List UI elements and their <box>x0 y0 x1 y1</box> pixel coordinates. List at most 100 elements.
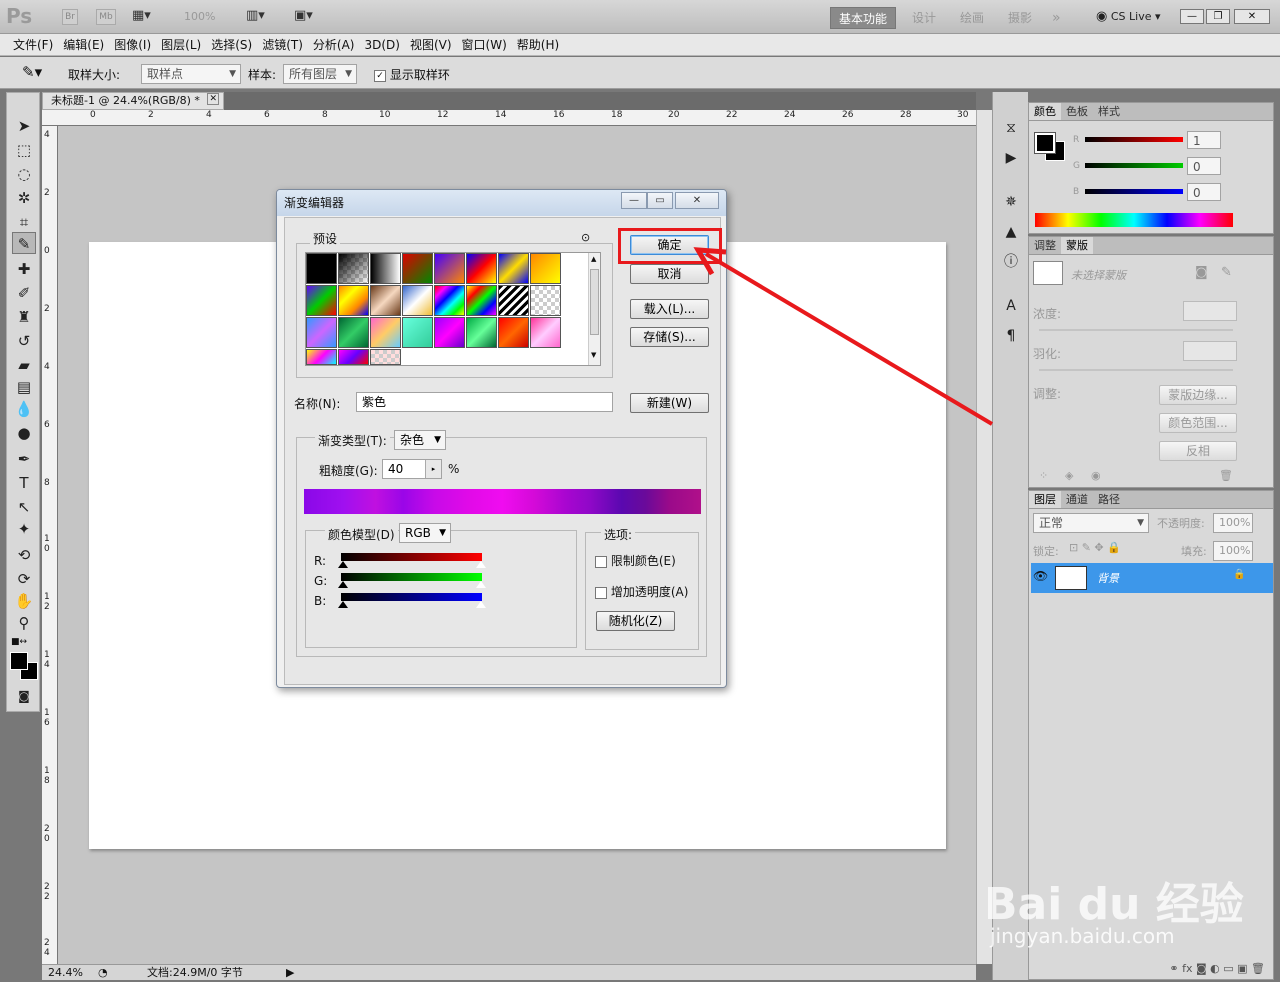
preset-swatch[interactable] <box>466 253 497 284</box>
scroll-up-icon[interactable]: ▲ <box>591 255 596 263</box>
scroll-down-icon[interactable]: ▼ <box>591 351 596 359</box>
view-extras-icon[interactable]: ▦▾ <box>132 8 162 26</box>
menu-image[interactable]: 图像(I) <box>109 34 156 55</box>
marquee-tool-icon[interactable]: ⬚ <box>12 139 36 161</box>
menu-filter[interactable]: 滤镜(T) <box>257 34 308 55</box>
history-icon[interactable]: ⧖ <box>999 116 1023 140</box>
layers-footer-icons[interactable]: ⚭ fx ◙ ◐ ▭ ▣ 🗑 <box>1029 959 1273 979</box>
pixel-mask-icon[interactable]: ◙ <box>1195 265 1208 280</box>
roughness-input[interactable]: 40 ▸ <box>382 459 442 479</box>
actions-icon[interactable]: ▶ <box>999 146 1023 170</box>
tab-paths[interactable]: 路径 <box>1093 491 1125 508</box>
sample-size-select[interactable]: 取样点 ▼ <box>141 64 241 84</box>
layer-row-background[interactable]: 👁 背景 🔒 <box>1031 563 1273 593</box>
eyedropper-tool-icon[interactable]: ✎ <box>12 232 36 254</box>
preset-swatch[interactable] <box>466 285 497 316</box>
save-button[interactable]: 存储(S)... <box>630 327 709 347</box>
preset-swatch[interactable] <box>466 317 497 348</box>
preset-swatch[interactable] <box>402 317 433 348</box>
blur-tool-icon[interactable]: 💧 <box>12 398 36 420</box>
dialog-maximize-icon[interactable]: ▭ <box>647 192 673 209</box>
dialog-close-icon[interactable]: ✕ <box>675 192 719 209</box>
presets-scrollbar[interactable]: ▲ ▼ <box>588 253 600 365</box>
gradient-tool-icon[interactable]: ▤ <box>12 376 36 398</box>
preset-swatch[interactable] <box>338 253 369 284</box>
add-transparency-checkbox[interactable]: 增加透明度(A) <box>595 583 688 600</box>
eye-icon[interactable]: 👁 <box>1033 569 1048 583</box>
menu-select[interactable]: 选择(S) <box>206 34 257 55</box>
presets-menu-icon[interactable]: ⊙ <box>581 231 590 244</box>
type-tool-icon[interactable]: T <box>12 472 36 494</box>
3d-orbit-icon[interactable]: ⟳ <box>12 568 36 590</box>
delete-mask-icon[interactable]: 🗑 <box>1219 469 1233 482</box>
preset-swatch[interactable] <box>370 317 401 348</box>
fg-swatch[interactable] <box>1034 132 1056 154</box>
close-icon[interactable]: ✕ <box>1234 9 1270 24</box>
menu-help[interactable]: 帮助(H) <box>512 34 564 55</box>
histogram-icon[interactable]: ▲ <box>999 220 1023 244</box>
dialog-minimize-icon[interactable]: — <box>621 192 647 209</box>
b-input[interactable]: 0 <box>1187 183 1221 201</box>
screen-mode-icon[interactable]: ▣▾ <box>294 8 313 23</box>
menu-file[interactable]: 文件(F) <box>8 34 58 55</box>
feather-input[interactable] <box>1183 341 1237 361</box>
minibridge-button[interactable]: Mb <box>96 9 116 25</box>
menu-window[interactable]: 窗口(W) <box>457 34 512 55</box>
preset-swatch[interactable] <box>530 317 561 348</box>
show-ring-checkbox[interactable]: ✓ 显示取样环 <box>374 66 450 83</box>
healing-tool-icon[interactable]: ✚ <box>12 258 36 280</box>
dodge-tool-icon[interactable]: ● <box>12 422 36 444</box>
density-slider[interactable] <box>1039 329 1233 331</box>
restore-icon[interactable]: ❐ <box>1206 9 1230 24</box>
r-channel-slider[interactable] <box>341 553 482 561</box>
navigator-icon[interactable]: ✵ <box>999 190 1023 214</box>
preset-swatch[interactable] <box>498 317 529 348</box>
menu-view[interactable]: 视图(V) <box>405 34 457 55</box>
quick-select-tool-icon[interactable]: ✲ <box>12 187 36 209</box>
fill-input[interactable]: 100% <box>1213 541 1253 561</box>
color-range-button[interactable]: 颜色范围... <box>1159 413 1237 433</box>
close-tab-icon[interactable]: ✕ <box>207 93 219 105</box>
eyedropper-preset-icon[interactable]: ✎▾ <box>22 63 42 81</box>
disable-mask-icon[interactable]: ◉ <box>1091 469 1101 482</box>
preset-swatch[interactable] <box>338 285 369 316</box>
workspace-painting[interactable]: 绘画 <box>952 7 992 29</box>
hand-tool-icon[interactable]: ✋ <box>12 590 36 612</box>
zoom-tool-icon[interactable]: ⚲ <box>12 612 36 634</box>
blend-mode-select[interactable]: 正常 ▼ <box>1033 513 1149 533</box>
density-input[interactable] <box>1183 301 1237 321</box>
path-select-icon[interactable]: ↖ <box>12 496 36 518</box>
arrange-docs-icon[interactable]: ▥▾ <box>246 8 265 23</box>
b-max-handle[interactable] <box>476 601 486 608</box>
r-input[interactable]: 1 <box>1187 131 1221 149</box>
g-input[interactable]: 0 <box>1187 157 1221 175</box>
preset-swatch[interactable] <box>530 285 561 316</box>
menu-edit[interactable]: 编辑(E) <box>58 34 109 55</box>
preset-swatch[interactable] <box>338 317 369 348</box>
more-workspaces-icon[interactable]: » <box>1044 7 1069 29</box>
preset-swatch[interactable] <box>530 253 561 284</box>
tab-channels[interactable]: 通道 <box>1061 491 1093 508</box>
workspace-design[interactable]: 设计 <box>904 7 944 29</box>
shape-tool-icon[interactable]: ✦ <box>12 518 36 540</box>
menu-3d[interactable]: 3D(D) <box>359 34 404 55</box>
preset-swatch[interactable] <box>402 285 433 316</box>
sample-select[interactable]: 所有图层 ▼ <box>283 64 357 84</box>
roughness-slider-icon[interactable]: ▸ <box>425 460 441 478</box>
gradient-preview-bar[interactable] <box>304 489 701 514</box>
g-max-handle[interactable] <box>476 581 486 588</box>
g-min-handle[interactable] <box>338 581 348 588</box>
default-colors-icon[interactable]: ■↔ <box>11 637 27 647</box>
preset-swatch[interactable] <box>498 253 529 284</box>
workspace-photography[interactable]: 摄影 <box>1000 7 1040 29</box>
g-channel-slider[interactable] <box>341 573 482 581</box>
tab-styles[interactable]: 样式 <box>1093 103 1125 120</box>
opacity-input[interactable]: 100% <box>1213 513 1253 533</box>
preset-swatch[interactable] <box>370 253 401 284</box>
preset-swatch[interactable] <box>434 285 465 316</box>
zoom-level[interactable]: 100% <box>184 10 215 23</box>
invert-button[interactable]: 反相 <box>1159 441 1237 461</box>
lasso-tool-icon[interactable]: ◌ <box>12 163 36 185</box>
preset-swatch[interactable] <box>370 285 401 316</box>
r-slider[interactable] <box>1085 137 1183 142</box>
